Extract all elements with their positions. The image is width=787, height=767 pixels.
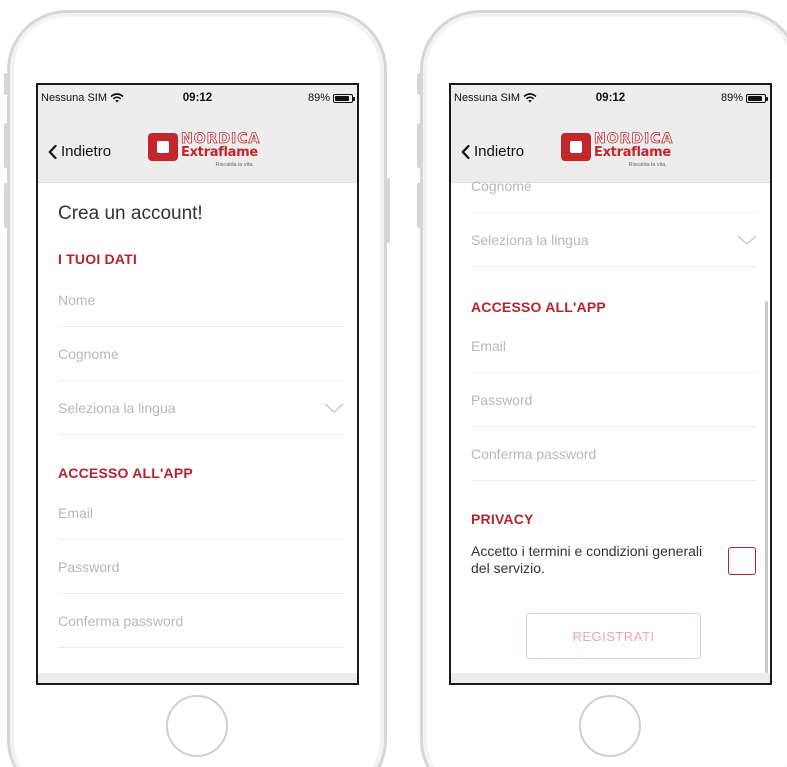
- form-content: Seleziona la lingua ACCESSO ALL'APP PRIV…: [451, 159, 770, 683]
- section-app-access: ACCESSO ALL'APP: [58, 465, 193, 481]
- logo-mark-icon: [561, 133, 591, 161]
- status-battery: 89%: [720, 92, 768, 104]
- section-app-access: ACCESSO ALL'APP: [471, 299, 606, 315]
- email-field: [58, 486, 344, 540]
- last-name-input[interactable]: [58, 327, 344, 380]
- email-input[interactable]: [471, 319, 757, 372]
- chevron-left-icon: [461, 144, 470, 159]
- register-button[interactable]: REGISTRATI: [526, 613, 701, 659]
- battery-percent: 89%: [307, 92, 330, 104]
- battery-icon: [333, 93, 355, 103]
- email-field: [471, 319, 757, 373]
- section-personal-data: I TUOI DATI: [58, 251, 137, 267]
- power-button: [385, 178, 390, 243]
- confirm-password-field: [471, 427, 757, 481]
- status-bar: Nessuna SIM 09:12 89%: [451, 85, 770, 111]
- language-select-placeholder: Seleziona la lingua: [58, 400, 176, 416]
- last-name-input[interactable]: [471, 159, 757, 212]
- battery-icon: [746, 93, 768, 103]
- logo-extraflame: Extraflame: [594, 145, 671, 160]
- back-label: Indietro: [61, 143, 112, 160]
- last-name-field: [58, 327, 344, 381]
- logo-extraflame: Extraflame: [181, 145, 258, 160]
- language-select[interactable]: Seleziona la lingua: [471, 213, 757, 267]
- language-select[interactable]: Seleziona la lingua: [58, 381, 344, 435]
- volume-down-button: [4, 183, 9, 228]
- status-battery: 89%: [307, 92, 355, 104]
- battery-fill: [335, 95, 350, 101]
- home-button[interactable]: [166, 695, 228, 757]
- confirm-password-input[interactable]: [471, 427, 757, 480]
- screen: Nessuna SIM 09:12 89% Indietro NORDICA E…: [449, 83, 772, 685]
- terms-checkbox[interactable]: [728, 547, 756, 575]
- chevron-down-icon: [324, 403, 344, 413]
- home-button[interactable]: [579, 695, 641, 757]
- password-input[interactable]: [58, 540, 344, 593]
- last-name-field: [471, 159, 757, 213]
- form-content: Crea un account! I TUOI DATI Seleziona l…: [38, 183, 357, 683]
- side-button: [4, 73, 9, 95]
- email-input[interactable]: [58, 486, 344, 539]
- bottom-strip: [38, 673, 357, 683]
- password-field: [58, 540, 344, 594]
- chevron-left-icon: [48, 144, 57, 159]
- logo-tagline: Riscalda la vita.: [215, 162, 254, 168]
- password-input[interactable]: [471, 373, 757, 426]
- confirm-password-field: [58, 594, 344, 648]
- first-name-field: [58, 273, 344, 327]
- nav-bar: Indietro NORDICA Extraflame Riscalda la …: [38, 111, 357, 183]
- volume-up-button: [417, 123, 422, 168]
- confirm-password-input[interactable]: [58, 594, 344, 647]
- volume-down-button: [417, 183, 422, 228]
- status-bar: Nessuna SIM 09:12 89%: [38, 85, 357, 111]
- terms-consent-text: Accetto i termini e condizioni generali …: [471, 543, 703, 576]
- battery-fill: [748, 95, 763, 101]
- phone-left: Nessuna SIM 09:12 89% Indietro NORDICA E…: [4, 10, 390, 767]
- first-name-input[interactable]: [58, 273, 344, 326]
- scrollbar[interactable]: [765, 301, 768, 673]
- phone-right: Nessuna SIM 09:12 89% Indietro NORDICA E…: [417, 10, 787, 767]
- chevron-down-icon: [737, 235, 757, 245]
- password-field: [471, 373, 757, 427]
- screen: Nessuna SIM 09:12 89% Indietro NORDICA E…: [36, 83, 359, 685]
- side-button: [417, 73, 422, 95]
- bottom-strip: [451, 673, 770, 683]
- language-select-placeholder: Seleziona la lingua: [471, 232, 589, 248]
- logo-mark-icon: [148, 133, 178, 161]
- page-title: Crea un account!: [58, 203, 203, 224]
- volume-up-button: [4, 123, 9, 168]
- back-button[interactable]: Indietro: [48, 143, 111, 160]
- back-label: Indietro: [474, 143, 525, 160]
- battery-percent: 89%: [720, 92, 743, 104]
- section-privacy: PRIVACY: [471, 511, 534, 527]
- brand-logo: NORDICA Extraflame Riscalda la vita.: [148, 131, 260, 171]
- back-button[interactable]: Indietro: [461, 143, 524, 160]
